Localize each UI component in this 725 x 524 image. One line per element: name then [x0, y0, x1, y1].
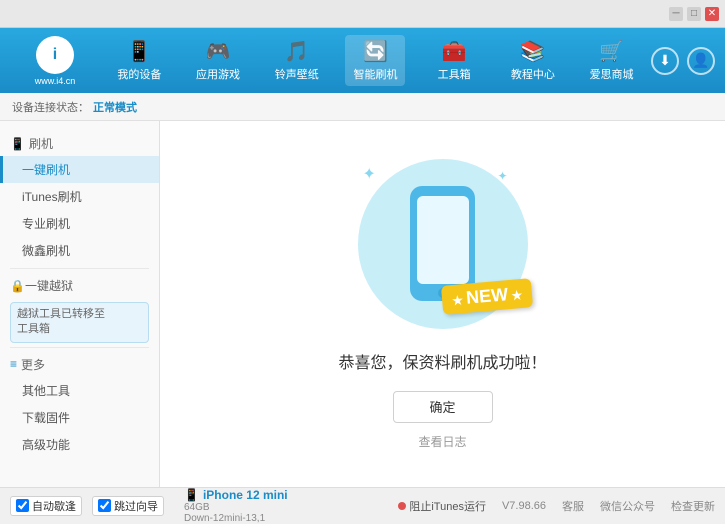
sidebar-section-flash-title: 📱 刷机	[0, 131, 159, 156]
maximize-btn[interactable]: □	[687, 7, 701, 21]
nav-my-device[interactable]: 📱 我的设备	[109, 35, 169, 86]
nav-ringtones-icon: 🎵	[284, 39, 309, 64]
sidebar-item-itunes[interactable]: iTunes刷机	[0, 183, 159, 210]
version-text: V7.98.66	[502, 500, 546, 512]
itunes-status: 阻止iTunes运行	[398, 498, 486, 514]
sidebar-item-other-tools[interactable]: 其他工具	[0, 377, 159, 404]
more-icon: ≡	[10, 357, 17, 371]
status-value: 正常模式	[93, 99, 137, 115]
user-btn[interactable]: 👤	[687, 47, 715, 75]
close-btn[interactable]: ✕	[705, 7, 719, 21]
sidebar-jailbreak-note: 越狱工具已转移至工具箱	[10, 302, 149, 343]
more-title-text: 更多	[21, 356, 45, 373]
success-text: 恭喜您，保资料刷机成功啦！	[338, 349, 546, 373]
sidebar-item-pro-flash[interactable]: 专业刷机	[0, 210, 159, 237]
bottom-left: 自动歇逢 跳过向导 📱 iPhone 12 mini 64GB Down-12m…	[10, 488, 288, 524]
logo-icon: i	[53, 46, 57, 64]
nav-toolbox[interactable]: 🧰 工具箱	[424, 35, 484, 86]
device-model: Down-12mini-13,1	[184, 513, 288, 524]
check-update-link[interactable]: 检查更新	[671, 498, 715, 514]
nav-mydevice-icon: 📱	[127, 39, 152, 64]
device-icon: 📱	[184, 488, 199, 502]
secondary-link[interactable]: 查看日志	[418, 433, 466, 450]
nav-tutorial[interactable]: 📚 教程中心	[503, 35, 563, 86]
sidebar-item-advanced[interactable]: 高级功能	[0, 431, 159, 458]
nav-right-buttons: ⬇ 👤	[651, 47, 715, 75]
device-storage: 64GB	[184, 502, 288, 513]
titlebar: ─ □ ✕	[0, 0, 725, 28]
auto-close-input[interactable]	[16, 499, 29, 512]
nav-toolbox-icon: 🧰	[442, 39, 467, 64]
sidebar-more-title: ≡ 更多	[0, 352, 159, 377]
bottom-right: 阻止iTunes运行 V7.98.66 客服 微信公众号 检查更新	[398, 498, 715, 514]
via-wizard-input[interactable]	[98, 499, 111, 512]
download-btn[interactable]: ⬇	[651, 47, 679, 75]
logo-url: www.i4.cn	[35, 76, 76, 86]
sidebar-item-one-key[interactable]: 一键刷机	[0, 156, 159, 183]
sparkle-left-icon: ✦	[363, 164, 376, 184]
main-layout: 📱 刷机 一键刷机 iTunes刷机 专业刷机 微鑫刷机 🔒 一键越狱	[0, 121, 725, 487]
logo-circle: i	[36, 36, 74, 74]
customer-service-link[interactable]: 客服	[562, 498, 584, 514]
nav-items: 📱 我的设备 🎮 应用游戏 🎵 铃声壁纸 🔄 智能刷机 🧰 工具箱 📚 教程中心…	[100, 35, 651, 86]
nav-smartflash-icon: 🔄	[363, 39, 388, 64]
sidebar-divider-2	[10, 347, 149, 348]
phone-screen	[417, 196, 469, 284]
flash-title-text: 刷机	[29, 135, 53, 152]
jailbreak-title-text: 一键越狱	[25, 277, 73, 294]
sidebar-section-more: ≡ 更多 其他工具 下载固件 高级功能	[0, 352, 159, 458]
bottombar: 自动歇逢 跳过向导 📱 iPhone 12 mini 64GB Down-12m…	[0, 487, 725, 523]
nav-store[interactable]: 🛒 爱思商城	[582, 35, 642, 86]
wechat-link[interactable]: 微信公众号	[600, 498, 655, 514]
device-info: 📱 iPhone 12 mini 64GB Down-12mini-13,1	[184, 488, 288, 524]
red-dot-icon	[398, 502, 406, 510]
status-label: 设备连接状态：	[12, 99, 89, 115]
flash-section-icon: 📱	[10, 137, 25, 151]
statusbar: 设备连接状态： 正常模式	[0, 93, 725, 121]
topnav: i www.i4.cn 📱 我的设备 🎮 应用游戏 🎵 铃声壁纸 🔄 智能刷机 …	[0, 28, 725, 93]
via-wizard-checkbox[interactable]: 跳过向导	[92, 496, 164, 516]
sidebar-item-download-fw[interactable]: 下载固件	[0, 404, 159, 431]
sidebar-jailbreak-title: 🔒 一键越狱	[0, 273, 159, 298]
logo[interactable]: i www.i4.cn	[10, 36, 100, 86]
nav-ringtones[interactable]: 🎵 铃声壁纸	[267, 35, 327, 86]
phone-circle: ✦ ✦ NEW	[358, 159, 528, 329]
nav-store-icon: 🛒	[599, 39, 624, 64]
sidebar-divider-1	[10, 268, 149, 269]
minimize-btn[interactable]: ─	[669, 7, 683, 21]
sidebar-section-flash: 📱 刷机 一键刷机 iTunes刷机 专业刷机 微鑫刷机	[0, 131, 159, 264]
sidebar-section-jailbreak: 🔒 一键越狱 越狱工具已转移至工具箱	[0, 273, 159, 343]
confirm-button[interactable]: 确定	[393, 391, 493, 423]
sparkle-right-icon: ✦	[497, 169, 507, 183]
nav-apps-games[interactable]: 🎮 应用游戏	[188, 35, 248, 86]
lock-icon: 🔒	[10, 279, 25, 293]
nav-appsgames-icon: 🎮	[206, 39, 231, 64]
device-name: 📱 iPhone 12 mini	[184, 488, 288, 502]
nav-smart-flash[interactable]: 🔄 智能刷机	[345, 35, 405, 86]
main-content: ✦ ✦ NEW 恭喜您，保资料刷机成功啦！ 确定 查看日志	[160, 121, 725, 487]
auto-close-checkbox[interactable]: 自动歇逢	[10, 496, 82, 516]
sidebar: 📱 刷机 一键刷机 iTunes刷机 专业刷机 微鑫刷机 🔒 一键越狱	[0, 121, 160, 487]
sidebar-item-save-flash[interactable]: 微鑫刷机	[0, 237, 159, 264]
nav-tutorial-icon: 📚	[520, 39, 545, 64]
illustration: ✦ ✦ NEW	[358, 159, 528, 329]
